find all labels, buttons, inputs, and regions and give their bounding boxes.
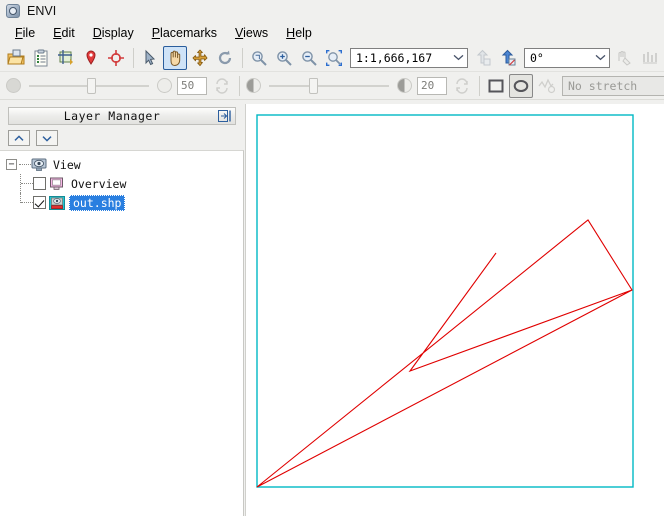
brightness-slider[interactable]: [265, 75, 393, 97]
move-layer-up-button[interactable]: [8, 130, 30, 146]
dock-panel-icon[interactable]: [215, 108, 235, 124]
reset-transparency-icon[interactable]: [210, 74, 234, 98]
envi-application-window: ENVI File Edit Display Placemarks Views …: [0, 0, 664, 516]
slider-thumb[interactable]: [309, 78, 318, 94]
north-up-icon[interactable]: [471, 46, 495, 70]
panel-title: Layer Manager: [9, 109, 215, 123]
rotation-angle-value: 0°: [530, 51, 591, 65]
layer-manager-panel: Layer Manager −: [0, 104, 244, 516]
image-display-canvas[interactable]: [245, 104, 664, 516]
layer-visibility-checkbox[interactable]: [33, 177, 46, 190]
menu-display[interactable]: Display: [84, 24, 143, 42]
tree-item-label: out.shp: [69, 195, 125, 211]
fit-to-window-icon[interactable]: [484, 74, 508, 98]
tree-item-label: View: [51, 158, 83, 172]
toolbar-separator: [479, 76, 480, 96]
zoom-out-icon[interactable]: [297, 46, 321, 70]
tree-item-view[interactable]: − View: [0, 155, 243, 174]
shapefile-vector-icon: [49, 196, 65, 210]
slider-track: [269, 85, 389, 87]
zoom-level-value: 1:1,666,167: [356, 51, 449, 65]
window-title: ENVI: [27, 4, 56, 18]
brightness-value[interactable]: 20: [417, 77, 447, 95]
tree-connector: [19, 164, 31, 165]
map-svg: [246, 104, 664, 516]
transparency-slider[interactable]: [25, 75, 153, 97]
transparency-end-knob-icon[interactable]: [157, 78, 172, 93]
crop-extent-icon[interactable]: [54, 46, 78, 70]
menu-views[interactable]: Views: [226, 24, 277, 42]
tree-item-overview[interactable]: Overview: [0, 174, 243, 193]
layer-nav-buttons: [8, 130, 58, 146]
menu-bar: File Edit Display Placemarks Views Help: [0, 22, 664, 44]
rotation-angle-combo[interactable]: 0°: [524, 48, 610, 68]
tree-item-label: Overview: [69, 177, 128, 191]
chevron-down-icon[interactable]: [449, 49, 467, 67]
rotate-refresh-icon[interactable]: [213, 46, 237, 70]
stretch-type-value: No stretch: [568, 79, 664, 93]
select-arrow-icon[interactable]: [138, 46, 162, 70]
layer-tree: − View: [0, 150, 244, 516]
slider-thumb[interactable]: [87, 78, 96, 94]
menu-edit[interactable]: Edit: [44, 24, 84, 42]
tree-connector: [21, 202, 33, 203]
brightness-knob-icon[interactable]: [246, 78, 261, 93]
display-toolbar: 50 20: [0, 72, 664, 100]
vector-draw-icon[interactable]: [638, 46, 662, 70]
title-bar: ENVI: [0, 0, 664, 22]
zoom-region-icon[interactable]: [322, 46, 346, 70]
chevron-down-icon[interactable]: [591, 49, 609, 67]
collapse-expander-icon[interactable]: −: [6, 159, 17, 170]
toolbar-separator: [133, 48, 134, 68]
pan-hand-icon[interactable]: [163, 46, 187, 70]
zoom-level-combo[interactable]: 1:1,666,167: [350, 48, 468, 68]
annotation-icon[interactable]: [613, 46, 637, 70]
reset-brightness-icon[interactable]: [450, 74, 474, 98]
rotate-north-icon[interactable]: [496, 46, 520, 70]
move-layer-down-button[interactable]: [36, 130, 58, 146]
transparency-knob-icon[interactable]: [6, 78, 21, 93]
sharpen-icon[interactable]: [534, 74, 558, 98]
brightness-end-knob-icon[interactable]: [397, 78, 412, 93]
menu-file[interactable]: File: [6, 24, 44, 42]
tree-connector: [21, 183, 33, 184]
zoom-fit-icon[interactable]: [247, 46, 271, 70]
layer-visibility-checkbox[interactable]: [33, 196, 46, 209]
data-manager-icon[interactable]: [29, 46, 53, 70]
main-toolbar: 1:1,666,167 0°: [0, 44, 664, 72]
actual-size-icon[interactable]: [509, 74, 533, 98]
menu-help[interactable]: Help: [277, 24, 321, 42]
toolbar-separator: [242, 48, 243, 68]
view-monitor-icon: [31, 158, 47, 172]
menu-placemarks[interactable]: Placemarks: [143, 24, 226, 42]
tree-item-out-shp[interactable]: out.shp: [0, 193, 243, 212]
toolbar-separator: [239, 76, 240, 96]
layer-manager-header: Layer Manager: [8, 107, 236, 125]
envi-logo-icon: [5, 3, 21, 19]
open-file-icon[interactable]: [4, 46, 28, 70]
placemark-pin-icon[interactable]: [79, 46, 103, 70]
move-arrows-icon[interactable]: [188, 46, 212, 70]
transparency-value[interactable]: 50: [177, 77, 207, 95]
stretch-type-combo[interactable]: No stretch: [562, 76, 664, 96]
zoom-in-icon[interactable]: [272, 46, 296, 70]
crosshair-target-icon[interactable]: [104, 46, 128, 70]
overview-thumbnail-icon: [49, 177, 65, 191]
